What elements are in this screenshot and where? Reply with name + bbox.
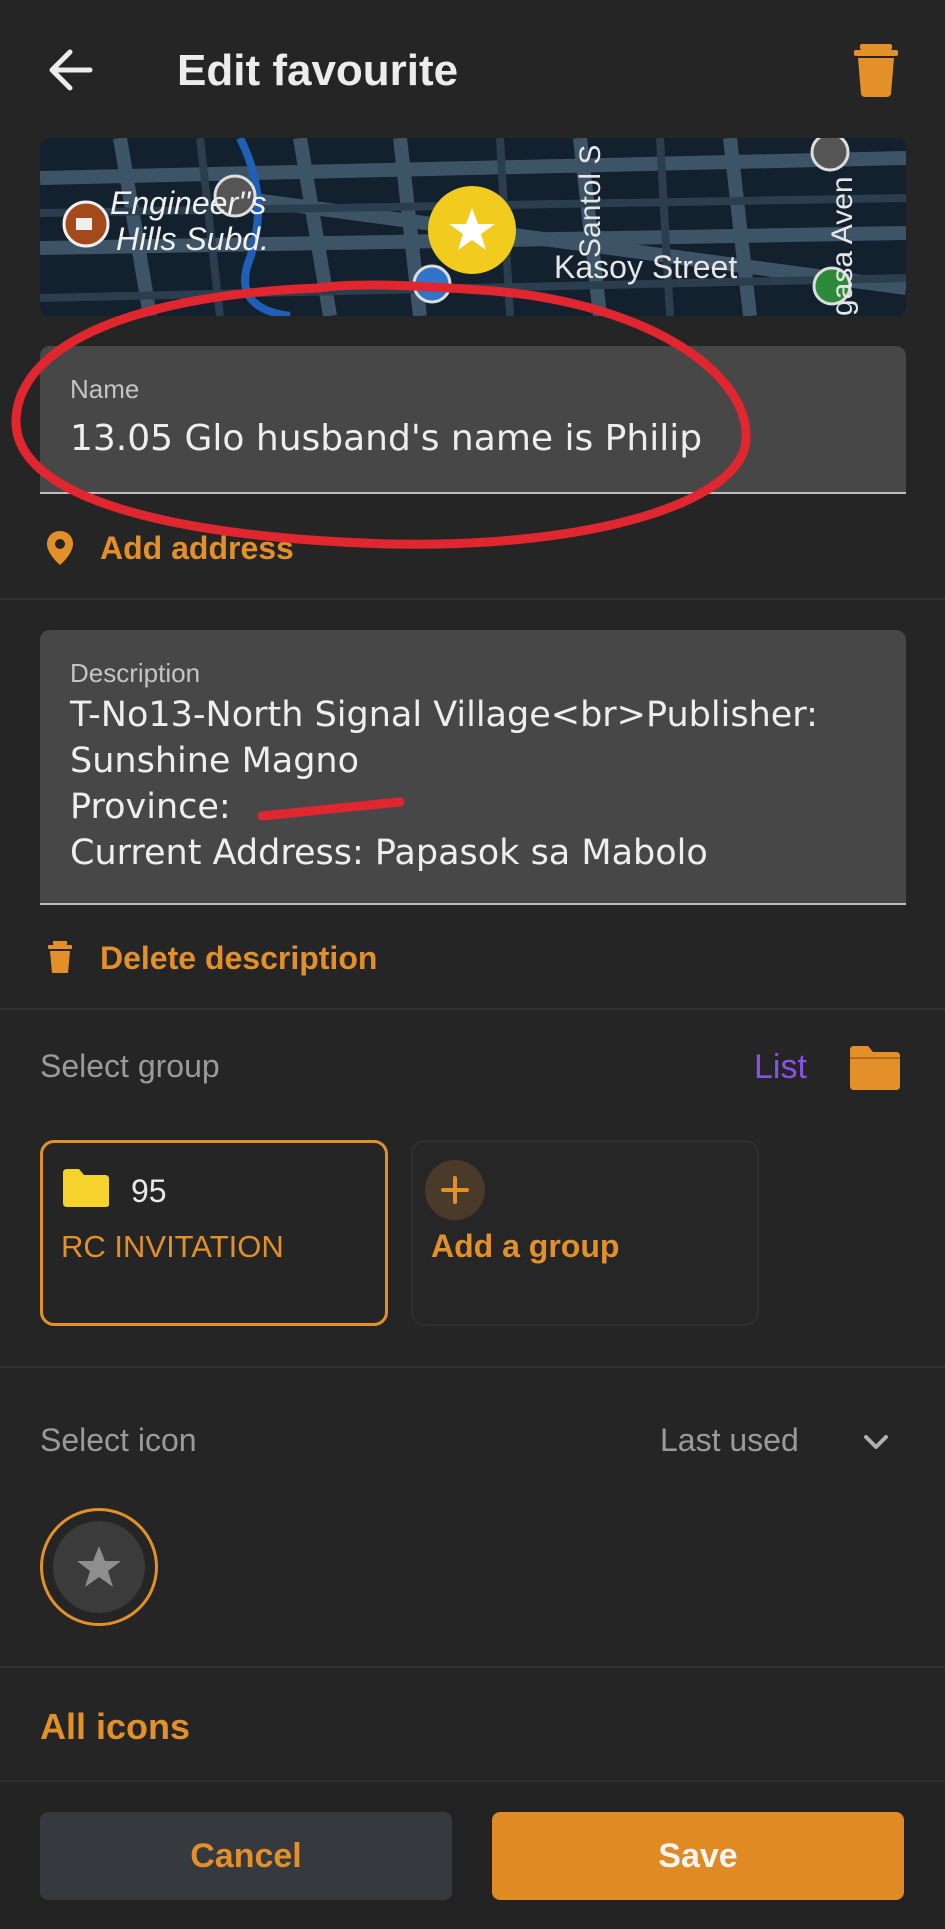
map-label-avenue: gasa Aven <box>826 176 859 316</box>
trash-icon <box>40 938 80 978</box>
name-field[interactable]: Name 13.05 Glo husband's name is Philip <box>40 346 906 494</box>
delete-description-label: Delete description <box>100 939 378 976</box>
map-label-santol: Santol S <box>574 145 607 258</box>
delete-description-button[interactable]: Delete description <box>40 928 377 988</box>
divider <box>0 1008 945 1010</box>
app-bar: Edit favourite <box>0 0 945 140</box>
list-view-link[interactable]: List <box>754 1048 807 1087</box>
group-count: 95 <box>131 1173 167 1209</box>
folder-button[interactable] <box>848 1040 902 1094</box>
trash-icon <box>854 44 898 97</box>
chevron-down-icon[interactable] <box>858 1424 894 1460</box>
save-button[interactable]: Save <box>492 1812 904 1900</box>
divider <box>0 598 945 600</box>
add-group-button[interactable]: Add a group <box>411 1140 759 1326</box>
divider <box>0 1666 945 1668</box>
delete-favourite-button[interactable] <box>850 42 902 98</box>
description-input[interactable]: T-No13-North Signal Village<br>Publisher… <box>70 692 818 876</box>
add-group-label: Add a group <box>431 1228 620 1264</box>
map-label-kasoy: Kasoy Street <box>554 249 737 285</box>
back-button[interactable] <box>42 40 102 100</box>
icon-option-star[interactable] <box>40 1508 158 1626</box>
folder-icon <box>61 1167 111 1214</box>
select-icon-label: Select icon <box>40 1422 197 1458</box>
group-name: RC INVITATION <box>61 1229 284 1264</box>
plus-icon <box>425 1160 485 1220</box>
group-card-rc-invitation[interactable]: 95 RC INVITATION <box>40 1140 388 1326</box>
cancel-button[interactable]: Cancel <box>40 1812 452 1900</box>
folder-icon <box>850 1046 900 1090</box>
map-preview[interactable]: Engineer''s Hills Subd. Santol S Kasoy S… <box>40 138 906 316</box>
description-field-label: Description <box>70 658 201 688</box>
star-icon <box>77 1546 121 1587</box>
name-input[interactable]: 13.05 Glo husband's name is Philip <box>70 416 702 462</box>
arrow-left-icon <box>49 49 93 91</box>
all-icons-link[interactable]: All icons <box>40 1706 190 1748</box>
icon-filter-dropdown[interactable]: Last used <box>660 1422 799 1459</box>
location-pin-icon <box>40 528 80 568</box>
name-field-label: Name <box>70 374 140 404</box>
add-address-label: Add address <box>100 529 294 566</box>
description-field[interactable]: Description T-No13-North Signal Village<… <box>40 630 906 905</box>
select-group-label: Select group <box>40 1048 220 1084</box>
bottom-action-bar: Cancel Save <box>0 1780 945 1929</box>
divider <box>0 1366 945 1368</box>
page-title: Edit favourite <box>177 46 459 95</box>
map-label-engineers: Engineer''s <box>110 185 266 221</box>
favourite-marker <box>428 186 516 274</box>
add-address-button[interactable]: Add address <box>40 518 294 578</box>
map-label-hills: Hills Subd. <box>116 221 269 257</box>
